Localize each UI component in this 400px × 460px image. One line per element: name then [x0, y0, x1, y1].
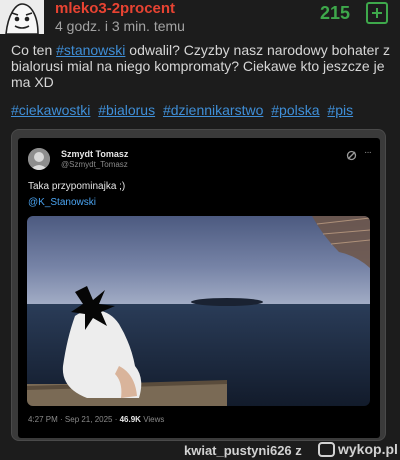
logo-text: wykop.pl [338, 441, 398, 457]
grok-icon [346, 150, 357, 161]
tag-link[interactable]: #pis [327, 102, 353, 118]
body-tag-link[interactable]: #stanowski [56, 42, 125, 58]
more-dots-icon: ··· [364, 147, 372, 158]
post-timestamp[interactable]: 4 godz. i 3 min. temu [55, 18, 185, 34]
author-avatar[interactable] [0, 0, 44, 34]
author-name[interactable]: mleko3-2procent [55, 0, 175, 17]
tag-link[interactable]: #bialorus [98, 102, 155, 118]
tag-link[interactable]: #ciekawostki [11, 102, 90, 118]
post-body: Co ten #stanowski odwalil? Czyzby nasz n… [11, 42, 391, 90]
tweet-time: 4:27 PM · Sep 21, 2025 · [28, 415, 120, 424]
wykop-logo-icon: wykop.pl [318, 440, 400, 460]
tweet-screenshot: Szmydt Tomasz @Szmydt_Tomasz ··· Taka pr… [18, 138, 380, 438]
tweet-text: Taka przypominajka ;) [28, 181, 126, 192]
footer-separator: z [295, 443, 302, 458]
tag-link[interactable]: #polska [271, 102, 319, 118]
tweet-author-handle: @Szmydt_Tomasz [61, 160, 128, 169]
logo-ring-icon [318, 442, 335, 457]
tweet-views-label: Views [143, 415, 165, 424]
tweet-views-count: 46.9K [119, 415, 141, 424]
tweet-avatar [28, 148, 50, 170]
footer-username: kwiat_pustyni626 [184, 443, 292, 458]
body-text-pre: Co ten [11, 42, 57, 58]
screenshot-author: kwiat_pustyni626 z [184, 443, 302, 458]
tweet-mention: @K_Stanowski [28, 197, 96, 208]
tag-link[interactable]: #dziennikarstwo [163, 102, 263, 118]
post-image[interactable]: Szmydt Tomasz @Szmydt_Tomasz ··· Taka pr… [11, 129, 386, 441]
tweet-author-name: Szmydt Tomasz [61, 149, 129, 159]
upvote-plus-icon[interactable] [366, 2, 388, 24]
vote-count: 215 [320, 3, 351, 23]
tweet-meta: 4:27 PM · Sep 21, 2025 · 46.9K Views [28, 415, 164, 424]
tweet-photo [27, 216, 370, 406]
tag-list: #ciekawostki #bialorus #dziennikarstwo #… [11, 102, 357, 118]
